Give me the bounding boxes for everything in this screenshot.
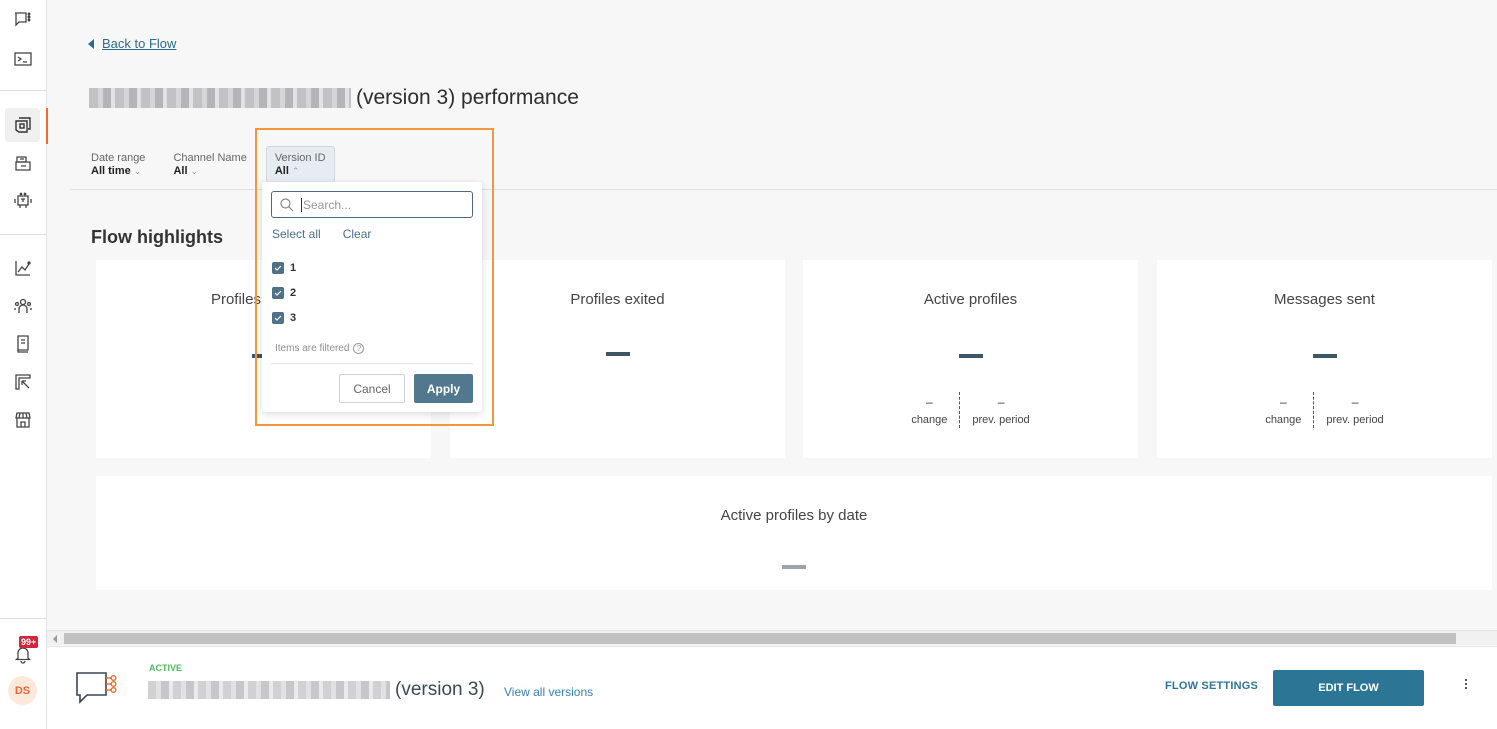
flow-chat-icon (76, 672, 117, 704)
flow-name: (version 3) (148, 679, 485, 701)
flow-footer-bar: ACTIVE (version 3) View all versions FLO… (47, 646, 1497, 729)
clear-link[interactable]: Clear (343, 227, 372, 241)
card-title: Active profiles (923, 291, 1018, 308)
highlight-card-profiles-exited: Profiles exited (450, 260, 785, 458)
back-to-flow-link[interactable]: Back to Flow (88, 36, 176, 51)
terminal-icon[interactable] (5, 42, 40, 76)
view-all-versions-link[interactable]: View all versions (504, 685, 593, 699)
redacted-flow-name (148, 681, 390, 699)
card-title: Active profiles by date (720, 507, 868, 524)
card-comparison: – change – prev. period (1157, 392, 1492, 428)
analytics-icon[interactable] (5, 251, 40, 285)
select-all-link[interactable]: Select all (272, 227, 321, 241)
avatar[interactable]: DS (8, 676, 37, 705)
change-value: – (926, 395, 933, 409)
checkbox-checked[interactable] (272, 311, 284, 324)
filter-label: Channel Name (173, 152, 247, 164)
people-icon[interactable] (5, 289, 40, 323)
filter-value: All (173, 165, 188, 177)
apply-button[interactable]: Apply (414, 374, 473, 403)
checkbox-checked[interactable] (272, 286, 284, 299)
flows-icon[interactable] (5, 108, 40, 142)
notification-badge: 99+ (19, 636, 39, 648)
more-options-icon[interactable] (1465, 679, 1467, 689)
prev-period-value: – (1351, 395, 1359, 409)
filter-bar: Date range All time ⌄ Channel Name All ⌄ V… (91, 146, 335, 184)
chevron-down-icon: ⌄ (190, 166, 199, 176)
card-title: Messages sent (1274, 291, 1375, 308)
docs-book-icon[interactable] (5, 327, 40, 361)
option-label: 2 (290, 286, 297, 299)
highlight-card-active-profiles: Active profiles – change – prev. period (803, 260, 1138, 458)
page-title-suffix: (version 3) performance (356, 86, 579, 109)
option-list: 1 2 3 (272, 255, 296, 330)
chevron-down-icon: ⌄ (133, 166, 142, 176)
bot-icon[interactable] (5, 184, 40, 218)
cancel-button[interactable]: Cancel (339, 374, 405, 403)
card-title: Profiles exited (570, 291, 665, 308)
check-icon (274, 290, 282, 296)
search-field[interactable] (271, 191, 473, 218)
dropdown-actions: Select all Clear (272, 227, 371, 241)
filter-date-range[interactable]: Date range All time ⌄ (91, 146, 145, 184)
option-label: 3 (290, 311, 297, 324)
sidebar-divider (0, 618, 47, 619)
sidebar-divider (0, 90, 47, 91)
back-arrow-icon (88, 38, 94, 49)
card-value-empty (1312, 354, 1337, 358)
checkbox-checked[interactable] (272, 261, 284, 274)
filtered-note: Items are filtered ? (271, 334, 473, 364)
back-link-label: Back to Flow (102, 36, 177, 51)
option-item[interactable]: 2 (272, 280, 296, 305)
change-label: change (911, 414, 948, 426)
sidebar: 99+ DS (0, 0, 48, 729)
scrollbar-thumb[interactable] (64, 633, 1456, 644)
card-value-empty (782, 565, 806, 569)
filter-value: All (274, 165, 289, 177)
check-icon (274, 265, 282, 271)
help-icon[interactable]: ? (353, 343, 365, 354)
check-icon (274, 315, 282, 321)
section-title: Flow highlights (91, 227, 223, 247)
filtered-note-text: Items are filtered (275, 343, 350, 354)
card-value-empty (958, 354, 983, 358)
exports-icon[interactable] (5, 365, 40, 399)
templates-icon[interactable] (5, 146, 40, 180)
active-profiles-by-date-card: Active profiles by date (96, 476, 1492, 590)
sidebar-divider (0, 234, 47, 235)
card-comparison: – change – prev. period (803, 392, 1138, 428)
conversations-icon[interactable] (5, 3, 40, 37)
filter-channel-name[interactable]: Channel Name All ⌄ (173, 146, 246, 184)
version-id-dropdown: Select all Clear 1 2 3 Items are filtere… (262, 182, 482, 412)
horizontal-scrollbar[interactable] (47, 630, 1497, 645)
change-value: – (1280, 395, 1287, 409)
prev-period-label: prev. period (1326, 414, 1384, 426)
search-icon (280, 197, 294, 211)
filter-label: Date range (91, 152, 146, 164)
filter-value: All time (91, 165, 131, 177)
card-value-empty (605, 352, 630, 356)
prev-period-value: – (997, 395, 1005, 409)
store-icon[interactable] (5, 403, 40, 437)
page-title: (version 3) performance (89, 86, 579, 110)
search-input[interactable] (301, 197, 461, 212)
option-label: 1 (290, 261, 297, 274)
chevron-up-icon: ⌃ (291, 166, 300, 176)
flow-name-suffix: (version 3) (395, 679, 485, 700)
highlight-card-messages-sent: Messages sent – change – prev. period (1157, 260, 1492, 458)
flow-settings-button[interactable]: FLOW SETTINGS (1165, 680, 1258, 692)
edit-flow-button[interactable]: EDIT FLOW (1273, 670, 1424, 706)
redacted-flow-name (89, 88, 351, 108)
option-item[interactable]: 3 (272, 305, 296, 330)
option-item[interactable]: 1 (272, 255, 296, 280)
scroll-left-icon[interactable] (53, 635, 57, 643)
change-label: change (1265, 414, 1302, 426)
filter-label: Version ID (274, 152, 326, 164)
prev-period-label: prev. period (972, 414, 1030, 426)
status-badge: ACTIVE (149, 663, 183, 673)
filter-version-id[interactable]: Version ID All ⌃ (265, 146, 335, 184)
